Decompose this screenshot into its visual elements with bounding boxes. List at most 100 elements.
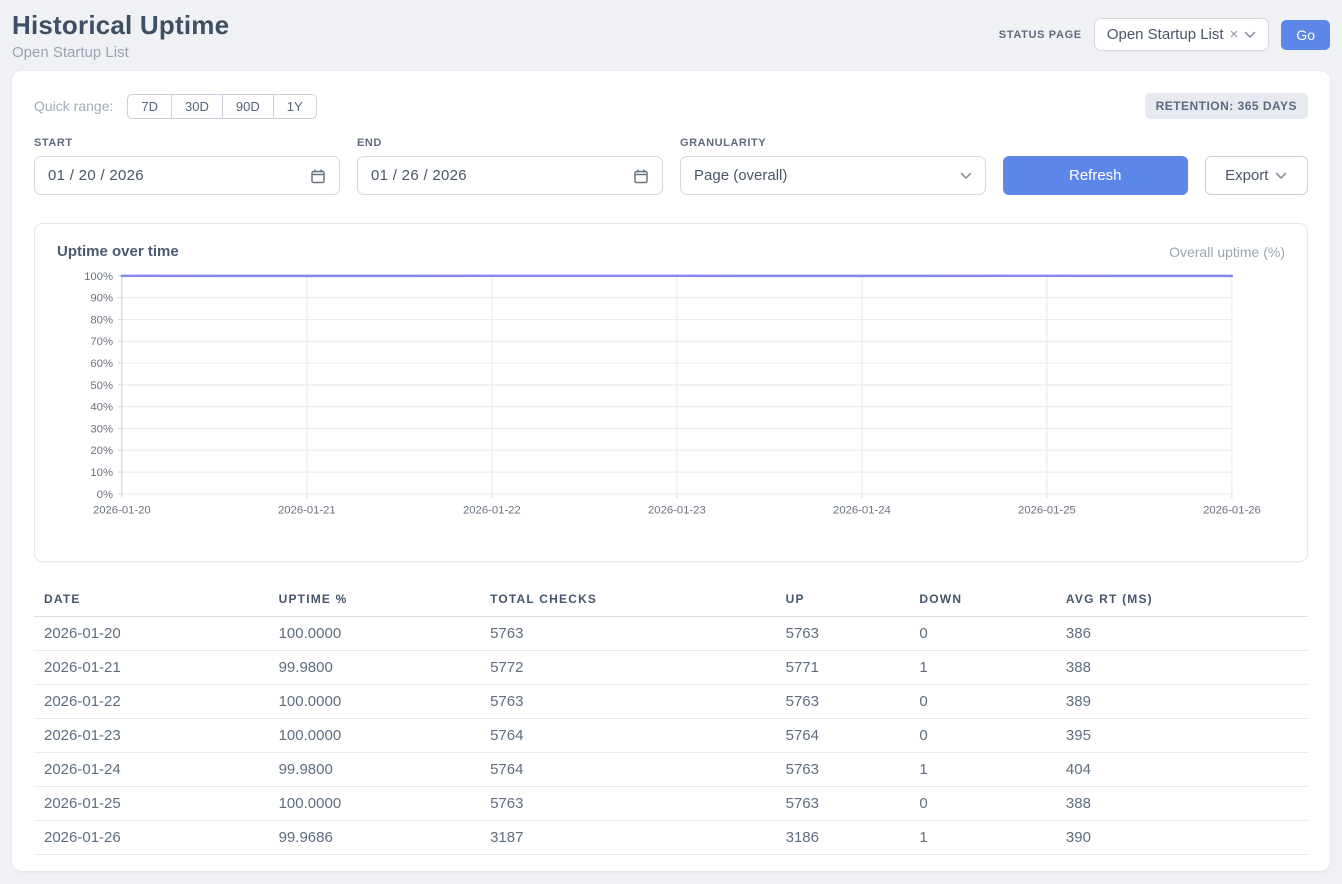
table-cell: 1 <box>919 650 1066 684</box>
table-cell: 99.9800 <box>279 650 490 684</box>
start-date-value: 01 / 20 / 2026 <box>48 167 144 184</box>
y-tick-label: 100% <box>84 271 113 283</box>
table-cell: 5771 <box>786 650 920 684</box>
table-row: 2026-01-25100.0000576357630388 <box>34 786 1308 820</box>
x-tick-label: 2026-01-24 <box>833 505 891 517</box>
chart-title: Uptime over time <box>57 243 179 260</box>
quick-range-group: 7D30D90D1Y <box>127 94 316 119</box>
table-cell: 100.0000 <box>279 684 490 718</box>
y-tick-label: 0% <box>97 489 113 501</box>
column-header: DATE <box>34 586 279 617</box>
table-cell: 5763 <box>786 752 920 786</box>
quick-range-30d-button[interactable]: 30D <box>172 94 223 119</box>
table-row: 2026-01-23100.0000576457640395 <box>34 718 1308 752</box>
refresh-button[interactable]: Refresh <box>1003 156 1188 195</box>
y-tick-label: 20% <box>90 445 113 457</box>
x-tick-label: 2026-01-26 <box>1203 505 1261 517</box>
table-cell: 2026-01-24 <box>34 752 279 786</box>
table-cell: 5764 <box>786 718 920 752</box>
uptime-chart-card: Uptime over time Overall uptime (%) 0% 10… <box>34 223 1308 562</box>
table-cell: 2026-01-21 <box>34 650 279 684</box>
start-label: START <box>34 137 340 149</box>
table-cell: 388 <box>1066 786 1308 820</box>
column-header: UPTIME % <box>279 586 490 617</box>
end-date-input[interactable]: 01 / 26 / 2026 <box>357 156 663 195</box>
quick-range-1y-button[interactable]: 1Y <box>274 94 317 119</box>
retention-badge: RETENTION: 365 DAYS <box>1145 93 1308 119</box>
table-cell: 100.0000 <box>279 786 490 820</box>
filter-row: START 01 / 20 / 2026 END 01 / 26 / 2026 … <box>34 137 1308 195</box>
page-header: Historical Uptime Open Startup List STAT… <box>0 0 1342 61</box>
chevron-down-icon <box>960 172 972 180</box>
table-cell: 99.9686 <box>279 820 490 854</box>
table-cell: 389 <box>1066 684 1308 718</box>
table-cell: 5763 <box>786 616 920 650</box>
chart-legend: Overall uptime (%) <box>1169 244 1285 260</box>
end-date-value: 01 / 26 / 2026 <box>371 167 467 184</box>
table-row: 2026-01-2499.9800576457631404 <box>34 752 1308 786</box>
table-row: 2026-01-20100.0000576357630386 <box>34 616 1308 650</box>
y-tick-label: 40% <box>90 402 113 414</box>
table-cell: 2026-01-22 <box>34 684 279 718</box>
chevron-down-icon <box>1244 31 1256 39</box>
y-tick-label: 90% <box>90 293 113 305</box>
quick-range-7d-button[interactable]: 7D <box>127 94 172 119</box>
table-cell: 1 <box>919 820 1066 854</box>
table-cell: 0 <box>919 616 1066 650</box>
table-cell: 386 <box>1066 616 1308 650</box>
table-cell: 390 <box>1066 820 1308 854</box>
y-tick-label: 70% <box>90 336 113 348</box>
table-cell: 5763 <box>490 616 786 650</box>
table-cell: 1 <box>919 752 1066 786</box>
table-cell: 2026-01-23 <box>34 718 279 752</box>
table-cell: 0 <box>919 684 1066 718</box>
go-button[interactable]: Go <box>1281 20 1330 50</box>
export-button-label: Export <box>1225 167 1268 184</box>
y-tick-label: 30% <box>90 423 113 435</box>
page-title: Historical Uptime <box>12 10 229 41</box>
table-cell: 5772 <box>490 650 786 684</box>
calendar-icon[interactable] <box>310 168 326 184</box>
table-cell: 5764 <box>490 752 786 786</box>
export-button[interactable]: Export <box>1205 156 1308 195</box>
clear-selection-icon[interactable]: × <box>1230 26 1239 43</box>
y-tick-label: 80% <box>90 314 113 326</box>
x-tick-label: 2026-01-22 <box>463 505 521 517</box>
table-cell: 0 <box>919 786 1066 820</box>
start-date-input[interactable]: 01 / 20 / 2026 <box>34 156 340 195</box>
table-cell: 5763 <box>786 684 920 718</box>
quick-range-90d-button[interactable]: 90D <box>223 94 274 119</box>
table-cell: 5764 <box>490 718 786 752</box>
table-cell: 2026-01-25 <box>34 786 279 820</box>
table-cell: 2026-01-26 <box>34 820 279 854</box>
uptime-table: DATEUPTIME %TOTAL CHECKSUPDOWNAVG RT (MS… <box>34 586 1308 855</box>
table-row: 2026-01-2199.9800577257711388 <box>34 650 1308 684</box>
calendar-icon[interactable] <box>633 168 649 184</box>
table-header-row: DATEUPTIME %TOTAL CHECKSUPDOWNAVG RT (MS… <box>34 586 1308 617</box>
table-cell: 3186 <box>786 820 920 854</box>
granularity-select[interactable]: Page (overall) <box>680 156 986 195</box>
uptime-line-chart: 0%10%20%30%40%50%60%70%80%90%100%2026-01… <box>57 266 1285 551</box>
table-cell: 5763 <box>490 684 786 718</box>
granularity-label: GRANULARITY <box>680 137 986 149</box>
chevron-down-icon <box>1275 172 1287 180</box>
uptime-table-wrap: DATEUPTIME %TOTAL CHECKSUPDOWNAVG RT (MS… <box>34 586 1308 855</box>
title-block: Historical Uptime Open Startup List <box>12 10 229 61</box>
status-page-label: STATUS PAGE <box>999 29 1082 41</box>
table-cell: 3187 <box>490 820 786 854</box>
table-cell: 404 <box>1066 752 1308 786</box>
page-subtitle: Open Startup List <box>12 44 229 61</box>
table-cell: 100.0000 <box>279 616 490 650</box>
table-cell: 395 <box>1066 718 1308 752</box>
status-page-selected-value: Open Startup List <box>1107 26 1224 43</box>
column-header: AVG RT (MS) <box>1066 586 1308 617</box>
column-header: TOTAL CHECKS <box>490 586 786 617</box>
y-tick-label: 60% <box>90 358 113 370</box>
quick-range-row: Quick range: 7D30D90D1Y RETENTION: 365 D… <box>34 93 1308 119</box>
table-cell: 2026-01-20 <box>34 616 279 650</box>
status-page-select[interactable]: Open Startup List × <box>1094 18 1270 51</box>
table-cell: 100.0000 <box>279 718 490 752</box>
column-header: DOWN <box>919 586 1066 617</box>
table-cell: 5763 <box>786 786 920 820</box>
x-tick-label: 2026-01-23 <box>648 505 706 517</box>
